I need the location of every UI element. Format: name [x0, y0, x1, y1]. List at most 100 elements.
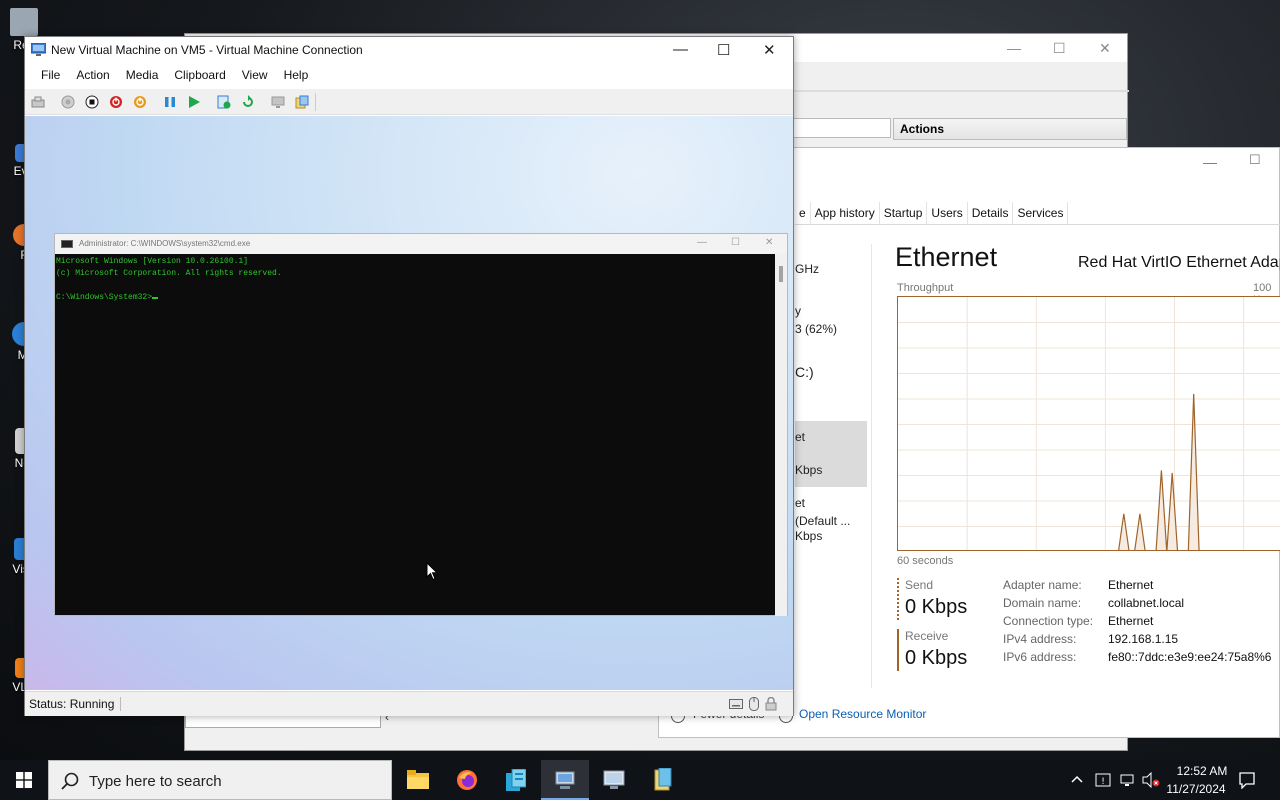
action-center-icon[interactable] — [1238, 771, 1256, 789]
revert-icon[interactable] — [241, 95, 255, 109]
mmc-actions-header: Actions — [893, 118, 1127, 140]
tab-startup[interactable]: Startup — [879, 202, 928, 224]
taskbar-server-manager[interactable] — [492, 760, 540, 800]
taskmgr-minimize-button[interactable]: — — [1203, 154, 1217, 170]
vm-toolbar — [25, 89, 793, 115]
search-icon — [61, 772, 79, 790]
server-manager-icon — [506, 769, 526, 791]
start-icon[interactable] — [61, 95, 75, 109]
share-icon[interactable] — [295, 95, 309, 109]
windows-logo-icon — [16, 772, 32, 788]
shut-down-icon[interactable] — [109, 95, 123, 109]
toolbar-separator — [315, 93, 316, 111]
ipv4-value: 192.168.1.15 — [1108, 632, 1179, 646]
taskmgr-maximize-button[interactable]: ☐ — [1249, 152, 1261, 168]
tab-performance[interactable]: e — [795, 202, 811, 224]
tray-notification-warning-icon[interactable]: ! — [1095, 772, 1111, 788]
receive-value: 0 Kbps — [905, 647, 968, 669]
vm-status-text: Status: Running — [29, 697, 122, 711]
ipv4-key: IPv4 address: — [1003, 632, 1077, 646]
perf-item-ethernet-2[interactable]: et — [795, 496, 867, 510]
tab-rail — [795, 224, 1280, 225]
perf-item-ethernet-rate: Kbps — [795, 463, 823, 477]
cmd-minimize-button[interactable]: — — [697, 237, 707, 248]
send-indicator — [897, 578, 899, 620]
perf-item-memory-usage: 3 (62%) — [795, 322, 838, 336]
perf-item-memory[interactable]: y — [795, 304, 867, 318]
console-line: Microsoft Windows [Version 10.0.26100.1] — [56, 257, 249, 266]
menu-file[interactable]: File — [33, 65, 68, 87]
taskbar-search-box[interactable]: Type here to search — [48, 760, 392, 800]
checkpoint-icon[interactable] — [217, 95, 231, 109]
volume-muted-icon[interactable] — [1142, 772, 1160, 788]
adapter-name-heading: Red Hat VirtIO Ethernet Adap — [1078, 254, 1280, 271]
start-button[interactable] — [0, 760, 48, 800]
tab-services[interactable]: Services — [1013, 202, 1069, 224]
taskbar-firefox[interactable] — [443, 760, 491, 800]
receive-indicator — [897, 629, 899, 671]
taskbar-database-app[interactable] — [639, 760, 687, 800]
cmd-window-title: Administrator: C:\WINDOWS\system32\cmd.e… — [79, 239, 251, 248]
cmd-scrollbar-thumb[interactable] — [779, 266, 783, 282]
vm-connection-icon — [603, 770, 625, 789]
taskbar-clock-time[interactable]: 12:52 AM — [1170, 764, 1234, 778]
tab-details[interactable]: Details — [967, 202, 1014, 224]
ctrl-alt-del-icon[interactable] — [31, 95, 45, 109]
perf-item-ethernet[interactable]: et — [795, 430, 867, 444]
mouse-icon — [749, 697, 759, 711]
cmd-maximize-button[interactable]: ☐ — [731, 237, 740, 248]
perf-item-disk[interactable]: C:) — [795, 364, 867, 380]
perf-item-ethernet-2-rate: Kbps — [795, 529, 823, 543]
perf-item-cpu-speed[interactable]: GHz — [795, 262, 867, 276]
throughput-graph — [897, 296, 1280, 551]
cmd-scrollbar[interactable] — [775, 254, 787, 616]
menu-clipboard[interactable]: Clipboard — [166, 65, 233, 87]
vm-display[interactable]: Administrator: C:\WINDOWS\system32\cmd.e… — [25, 116, 793, 690]
vm-menubar: File Action Media Clipboard View Help — [25, 65, 793, 87]
ipv6-key: IPv6 address: — [1003, 650, 1077, 664]
throughput-series-area — [1118, 393, 1200, 550]
turn-off-icon[interactable] — [85, 95, 99, 109]
vm-close-button[interactable]: ✕ — [763, 41, 776, 59]
tab-app-history[interactable]: App history — [810, 202, 880, 224]
vm-window-title: New Virtual Machine on VM5 - Virtual Mac… — [51, 43, 363, 57]
taskbar: Type here to search ! 12:52 AM 11/27/202… — [0, 760, 1280, 800]
taskbar-hyper-v-manager[interactable] — [541, 760, 589, 800]
page-title: Ethernet — [895, 242, 998, 272]
adapter-name-value: Ethernet — [1108, 578, 1154, 592]
menu-view[interactable]: View — [234, 65, 276, 87]
vm-maximize-button[interactable]: ☐ — [717, 41, 730, 59]
vm-minimize-button[interactable]: — — [673, 41, 688, 58]
time-span-label: 60 seconds — [897, 555, 954, 567]
taskbar-clock-date[interactable]: 11/27/2024 — [1164, 782, 1228, 796]
cmd-close-button[interactable]: ✕ — [765, 237, 773, 248]
open-resource-monitor-link[interactable]: Open Resource Monitor — [799, 707, 926, 721]
network-icon[interactable] — [1119, 772, 1135, 788]
enhanced-session-icon[interactable] — [271, 95, 285, 109]
vm-titlebar: New Virtual Machine on VM5 - Virtual Mac… — [25, 37, 793, 65]
mmc-maximize-button[interactable]: ☐ — [1053, 40, 1066, 57]
taskbar-file-explorer[interactable] — [394, 760, 442, 800]
console-prompt: C:\Windows\System32> — [56, 293, 153, 302]
tray-overflow-chevron-icon[interactable] — [1071, 774, 1083, 784]
cmd-console-output[interactable]: Microsoft Windows [Version 10.0.26100.1]… — [55, 254, 773, 616]
menu-help[interactable]: Help — [276, 65, 317, 87]
menu-action[interactable]: Action — [68, 65, 117, 87]
mouse-pointer-icon — [426, 562, 438, 581]
perf-item-ethernet-2-name: (Default ... — [795, 514, 851, 528]
reset-icon[interactable] — [133, 95, 147, 109]
vm-connection-window: New Virtual Machine on VM5 - Virtual Mac… — [24, 36, 794, 716]
send-value: 0 Kbps — [905, 596, 968, 618]
tab-users[interactable]: Users — [927, 202, 968, 224]
firefox-icon — [457, 770, 477, 790]
pause-icon[interactable] — [163, 95, 177, 109]
mmc-header-strip — [793, 118, 891, 138]
lock-icon — [765, 697, 777, 711]
mmc-close-button[interactable]: ✕ — [1099, 40, 1111, 57]
domain-name-key: Domain name: — [1003, 596, 1082, 610]
menu-media[interactable]: Media — [118, 65, 167, 87]
mmc-minimize-button[interactable]: — — [1007, 40, 1021, 56]
taskbar-vm-connection[interactable] — [590, 760, 638, 800]
resume-icon[interactable] — [187, 95, 201, 109]
